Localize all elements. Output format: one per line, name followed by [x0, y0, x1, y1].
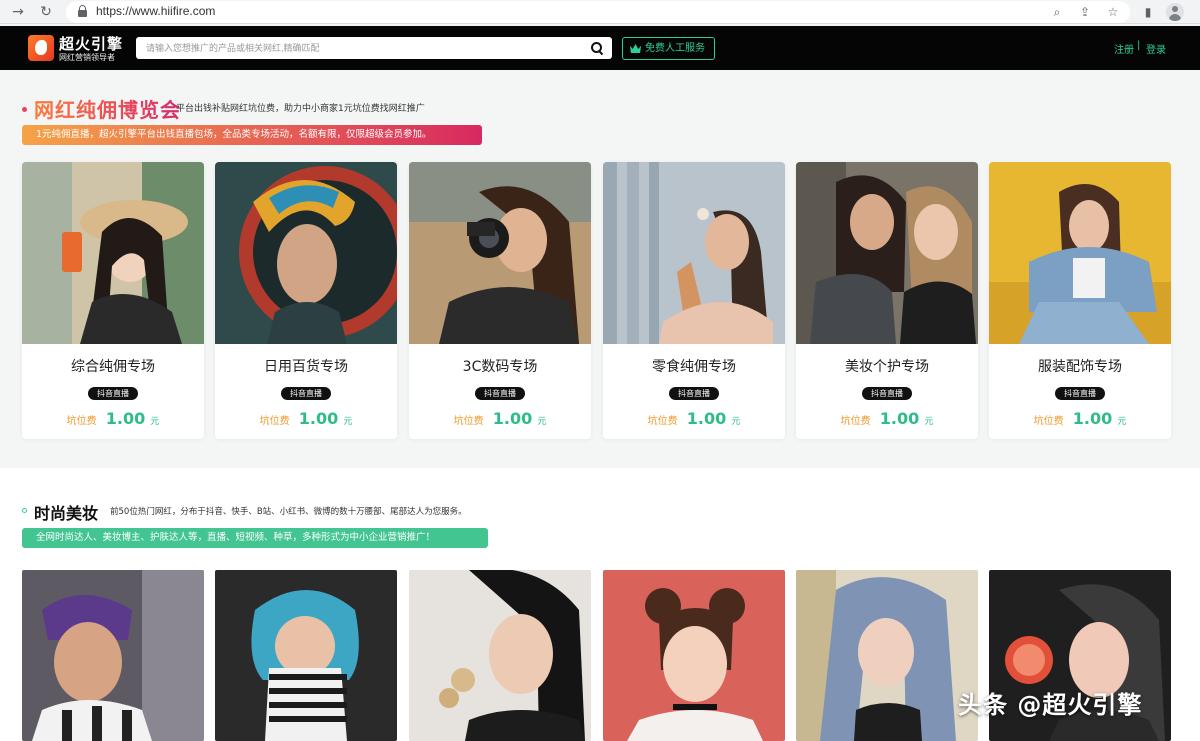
search-input[interactable]: [146, 40, 576, 56]
section-subtitle: 前50位热门网红，分布于抖音、快手、B站、小红书、微博的数十万腰部、尾部达人为您…: [110, 507, 467, 517]
search-box: [136, 37, 612, 59]
card-photo[interactable]: [989, 162, 1171, 344]
price-label: 坑位费: [647, 416, 678, 427]
price-value: 1.00: [105, 409, 146, 428]
price-value: 1.00: [879, 409, 920, 428]
price-value: 1.00: [686, 409, 727, 428]
influencer-photo[interactable]: [603, 570, 785, 741]
session-card[interactable]: 3C数码专场 抖音直播 坑位费 1.00 元: [409, 162, 591, 439]
free-service-button[interactable]: 免费人工服务: [622, 37, 715, 60]
card-title: 美妆个护专场: [845, 359, 929, 375]
sidebar-toggle-icon[interactable]: ▮: [1138, 2, 1158, 22]
platform-badge: 抖音直播: [475, 387, 525, 400]
section-subtitle: 平台出钱补贴网红坑位费，助力中小商家1元坑位费找网红推广: [176, 104, 425, 114]
influencer-photo[interactable]: [22, 570, 204, 741]
section-bullet-icon: [22, 508, 27, 513]
card-photo[interactable]: [796, 162, 978, 344]
session-card[interactable]: 日用百货专场 抖音直播 坑位费 1.00 元: [215, 162, 397, 439]
session-card[interactable]: 零食纯佣专场 抖音直播 坑位费 1.00 元: [603, 162, 785, 439]
card-title: 服装配饰专场: [1038, 359, 1122, 375]
card-price: 坑位费 1.00 元: [989, 409, 1171, 428]
logo-title[interactable]: 超火引擎: [59, 33, 123, 54]
crown-icon: [630, 44, 641, 53]
card-price: 坑位费 1.00 元: [215, 409, 397, 428]
promo-banner[interactable]: 全网时尚达人、美妆博主、护肤达人等，直播、短视频、种草，多种形式为中小企业营销推…: [22, 528, 488, 548]
card-photo[interactable]: [603, 162, 785, 344]
share-icon[interactable]: ⇪: [1076, 3, 1094, 21]
price-value: 1.00: [492, 409, 533, 428]
session-card[interactable]: 综合纯佣专场 抖音直播 坑位费 1.00 元: [22, 162, 204, 439]
lock-icon: [78, 5, 87, 17]
price-label: 坑位费: [66, 416, 97, 427]
zoom-icon[interactable]: ⌕: [1048, 3, 1066, 21]
free-service-label: 免费人工服务: [645, 43, 705, 54]
price-value: 1.00: [298, 409, 339, 428]
login-link[interactable]: 登录: [1146, 41, 1166, 56]
card-price: 坑位费 1.00 元: [796, 409, 978, 428]
session-card[interactable]: 美妆个护专场 抖音直播 坑位费 1.00 元: [796, 162, 978, 439]
card-title: 综合纯佣专场: [71, 359, 155, 375]
header-separator: |: [1137, 40, 1141, 51]
price-unit: 元: [731, 417, 741, 427]
platform-badge: 抖音直播: [1055, 387, 1105, 400]
price-label: 坑位费: [259, 416, 290, 427]
price-unit: 元: [343, 417, 353, 427]
influencer-photo[interactable]: [409, 570, 591, 741]
card-title: 零食纯佣专场: [652, 359, 736, 375]
browser-toolbar: → ↻ https://www.hiifire.com ⌕ ⇪ ☆ ▮: [0, 0, 1200, 24]
platform-badge: 抖音直播: [862, 387, 912, 400]
platform-badge: 抖音直播: [88, 387, 138, 400]
section-title: 时尚美妆: [34, 504, 99, 523]
watermark: 头条 @超火引擎: [958, 691, 1143, 719]
platform-badge: 抖音直播: [669, 387, 719, 400]
card-photo[interactable]: [215, 162, 397, 344]
card-price: 坑位费 1.00 元: [409, 409, 591, 428]
card-title: 3C数码专场: [462, 359, 538, 375]
reload-icon[interactable]: ↻: [36, 2, 56, 22]
address-bar[interactable]: https://www.hiifire.com ⌕ ⇪ ☆: [66, 1, 1130, 23]
bookmark-star-icon[interactable]: ☆: [1104, 3, 1122, 21]
promo-banner[interactable]: 1元纯佣直播，超火引擎平台出钱直播包场，全品类专场活动，名额有限，仅限超级会员参…: [22, 125, 482, 145]
card-photo[interactable]: [409, 162, 591, 344]
platform-badge: 抖音直播: [281, 387, 331, 400]
section-title: 网红纯佣博览会: [34, 94, 181, 123]
session-card[interactable]: 服装配饰专场 抖音直播 坑位费 1.00 元: [989, 162, 1171, 439]
price-unit: 元: [150, 417, 160, 427]
url-text[interactable]: https://www.hiifire.com: [96, 4, 215, 18]
section-bullet-icon: [22, 107, 27, 112]
forward-icon[interactable]: →: [8, 2, 28, 22]
card-price: 坑位费 1.00 元: [603, 409, 785, 428]
price-unit: 元: [537, 417, 547, 427]
price-unit: 元: [1117, 417, 1127, 427]
price-label: 坑位费: [840, 416, 871, 427]
card-title: 日用百货专场: [264, 359, 348, 375]
price-value: 1.00: [1072, 409, 1113, 428]
logo-subtitle: 网红营销领导者: [59, 53, 115, 62]
price-unit: 元: [924, 417, 934, 427]
site-header: 超火引擎 网红营销领导者 免费人工服务 注册 | 登录: [0, 26, 1200, 70]
expo-section: 网红纯佣博览会 平台出钱补贴网红坑位费，助力中小商家1元坑位费找网红推广 1元纯…: [0, 70, 1200, 468]
search-icon[interactable]: [591, 42, 603, 54]
profile-avatar-icon[interactable]: [1166, 3, 1184, 21]
card-price: 坑位费 1.00 元: [22, 409, 204, 428]
price-label: 坑位费: [1033, 416, 1064, 427]
influencer-photo[interactable]: [215, 570, 397, 741]
register-link[interactable]: 注册: [1114, 41, 1134, 56]
influencer-photo[interactable]: [796, 570, 978, 741]
card-photo[interactable]: [22, 162, 204, 344]
logo-icon[interactable]: [28, 35, 54, 61]
price-label: 坑位费: [453, 416, 484, 427]
